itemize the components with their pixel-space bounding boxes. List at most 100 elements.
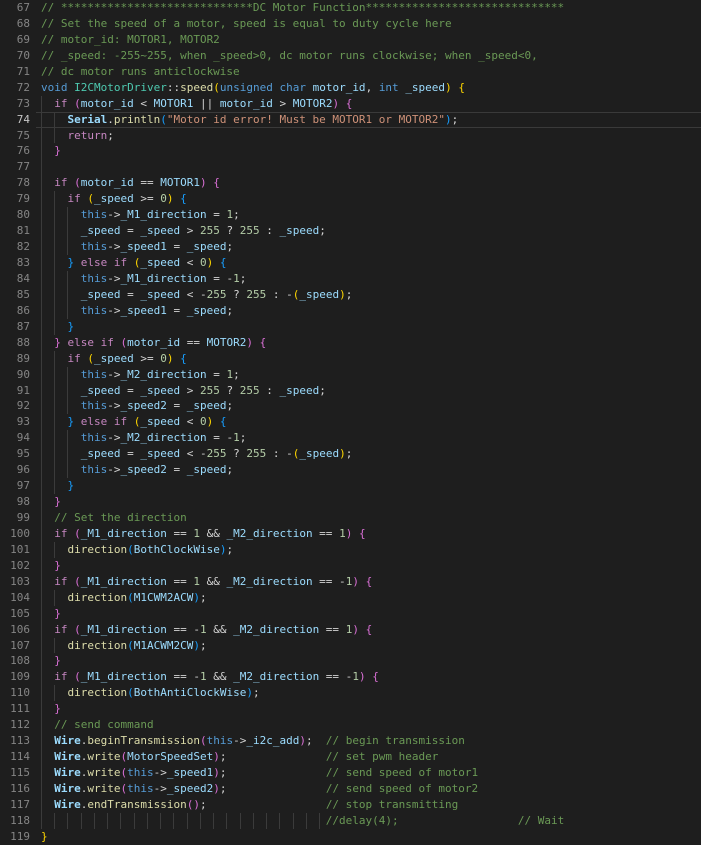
line-number[interactable]: 86 [0, 303, 38, 319]
line-number[interactable]: 80 [0, 207, 38, 223]
code-line[interactable]: 115 Wire.write(this->_speed1); // send s… [0, 765, 701, 781]
code-line[interactable]: 101 direction(BothClockWise); [0, 542, 701, 558]
line-number[interactable]: 91 [0, 383, 38, 399]
code-line[interactable]: 113 Wire.beginTransmission(this->_i2c_ad… [0, 733, 701, 749]
code-line[interactable]: 108 } [0, 653, 701, 669]
code-line[interactable]: 78 if (motor_id == MOTOR1) { [0, 175, 701, 191]
code-line[interactable]: 82 this->_speed1 = _speed; [0, 239, 701, 255]
code-editor[interactable]: 67// *****************************DC Mot… [0, 0, 701, 845]
line-number[interactable]: 114 [0, 749, 38, 765]
code-line[interactable]: 110 direction(BothAntiClockWise); [0, 685, 701, 701]
line-number[interactable]: 110 [0, 685, 38, 701]
line-number[interactable]: 70 [0, 48, 38, 64]
line-number[interactable]: 85 [0, 287, 38, 303]
line-number[interactable]: 88 [0, 335, 38, 351]
code-line[interactable]: 117 Wire.endTransmission(); // stop tran… [0, 797, 701, 813]
line-number[interactable]: 73 [0, 96, 38, 112]
code-line[interactable]: 77 [0, 159, 701, 175]
code-line[interactable]: 96 this->_speed2 = _speed; [0, 462, 701, 478]
code-line[interactable]: 97 } [0, 478, 701, 494]
code-line[interactable]: 70// _speed: -255~255, when _speed>0, dc… [0, 48, 701, 64]
line-number[interactable]: 78 [0, 175, 38, 191]
code-line[interactable]: 71// dc motor runs anticlockwise [0, 64, 701, 80]
line-number[interactable]: 105 [0, 606, 38, 622]
code-line[interactable]: 73 if (motor_id < MOTOR1 || motor_id > M… [0, 96, 701, 112]
code-line[interactable]: 94 this->_M2_direction = -1; [0, 430, 701, 446]
code-line[interactable]: 99 // Set the direction [0, 510, 701, 526]
code-line[interactable]: 100 if (_M1_direction == 1 && _M2_direct… [0, 526, 701, 542]
code-line[interactable]: 87 } [0, 319, 701, 335]
code-line[interactable]: 83 } else if (_speed < 0) { [0, 255, 701, 271]
line-number[interactable]: 68 [0, 16, 38, 32]
code-line[interactable]: 112 // send command [0, 717, 701, 733]
code-line[interactable]: 84 this->_M1_direction = -1; [0, 271, 701, 287]
code-line[interactable]: 75 return; [0, 128, 701, 144]
code-line[interactable]: 74 Serial.println("Motor id error! Must … [0, 112, 701, 128]
line-number[interactable]: 79 [0, 191, 38, 207]
line-number[interactable]: 72 [0, 80, 38, 96]
line-number[interactable]: 103 [0, 574, 38, 590]
code-line[interactable]: 106 if (_M1_direction == -1 && _M2_direc… [0, 622, 701, 638]
line-number[interactable]: 89 [0, 351, 38, 367]
line-number[interactable]: 117 [0, 797, 38, 813]
code-line[interactable]: 91 _speed = _speed > 255 ? 255 : _speed; [0, 383, 701, 399]
code-line[interactable]: 111 } [0, 701, 701, 717]
code-line[interactable]: 98 } [0, 494, 701, 510]
code-line[interactable]: 86 this->_speed1 = _speed; [0, 303, 701, 319]
code-line[interactable]: 90 this->_M2_direction = 1; [0, 367, 701, 383]
code-line[interactable]: 81 _speed = _speed > 255 ? 255 : _speed; [0, 223, 701, 239]
line-number[interactable]: 118 [0, 813, 38, 829]
line-number[interactable]: 77 [0, 159, 38, 175]
line-number[interactable]: 116 [0, 781, 38, 797]
code-line[interactable]: 118 //delay(4); // Wait [0, 813, 701, 829]
code-line[interactable]: 89 if (_speed >= 0) { [0, 351, 701, 367]
code-line[interactable]: 67// *****************************DC Mot… [0, 0, 701, 16]
code-line[interactable]: 93 } else if (_speed < 0) { [0, 414, 701, 430]
line-number[interactable]: 76 [0, 143, 38, 159]
code-line[interactable]: 103 if (_M1_direction == 1 && _M2_direct… [0, 574, 701, 590]
line-number[interactable]: 84 [0, 271, 38, 287]
line-number[interactable]: 92 [0, 398, 38, 414]
line-number[interactable]: 96 [0, 462, 38, 478]
line-number[interactable]: 108 [0, 653, 38, 669]
code-line[interactable]: 107 direction(M1ACWM2CW); [0, 638, 701, 654]
code-line[interactable]: 116 Wire.write(this->_speed2); // send s… [0, 781, 701, 797]
code-line[interactable]: 95 _speed = _speed < -255 ? 255 : -(_spe… [0, 446, 701, 462]
line-number[interactable]: 67 [0, 0, 38, 16]
line-number[interactable]: 71 [0, 64, 38, 80]
line-number[interactable]: 74 [0, 112, 38, 128]
code-line[interactable]: 119} [0, 829, 701, 845]
line-number[interactable]: 111 [0, 701, 38, 717]
line-number[interactable]: 109 [0, 669, 38, 685]
line-number[interactable]: 97 [0, 478, 38, 494]
code-line[interactable]: 92 this->_speed2 = _speed; [0, 398, 701, 414]
line-number[interactable]: 75 [0, 128, 38, 144]
line-number[interactable]: 82 [0, 239, 38, 255]
line-number[interactable]: 104 [0, 590, 38, 606]
code-line[interactable]: 69// motor_id: MOTOR1, MOTOR2 [0, 32, 701, 48]
line-number[interactable]: 94 [0, 430, 38, 446]
line-number[interactable]: 113 [0, 733, 38, 749]
line-number[interactable]: 95 [0, 446, 38, 462]
code-line[interactable]: 80 this->_M1_direction = 1; [0, 207, 701, 223]
code-line[interactable]: 68// Set the speed of a motor, speed is … [0, 16, 701, 32]
line-number[interactable]: 107 [0, 638, 38, 654]
line-number[interactable]: 100 [0, 526, 38, 542]
line-number[interactable]: 102 [0, 558, 38, 574]
line-number[interactable]: 119 [0, 829, 38, 845]
code-line[interactable]: 104 direction(M1CWM2ACW); [0, 590, 701, 606]
code-line[interactable]: 105 } [0, 606, 701, 622]
code-line[interactable]: 109 if (_M1_direction == -1 && _M2_direc… [0, 669, 701, 685]
code-line[interactable]: 85 _speed = _speed < -255 ? 255 : -(_spe… [0, 287, 701, 303]
code-line[interactable]: 102 } [0, 558, 701, 574]
line-number[interactable]: 98 [0, 494, 38, 510]
line-number[interactable]: 81 [0, 223, 38, 239]
line-number[interactable]: 101 [0, 542, 38, 558]
code-line[interactable]: 114 Wire.write(MotorSpeedSet); // set pw… [0, 749, 701, 765]
line-number[interactable]: 99 [0, 510, 38, 526]
line-number[interactable]: 112 [0, 717, 38, 733]
line-number[interactable]: 90 [0, 367, 38, 383]
line-number[interactable]: 115 [0, 765, 38, 781]
code-line[interactable]: 76 } [0, 143, 701, 159]
line-number[interactable]: 106 [0, 622, 38, 638]
